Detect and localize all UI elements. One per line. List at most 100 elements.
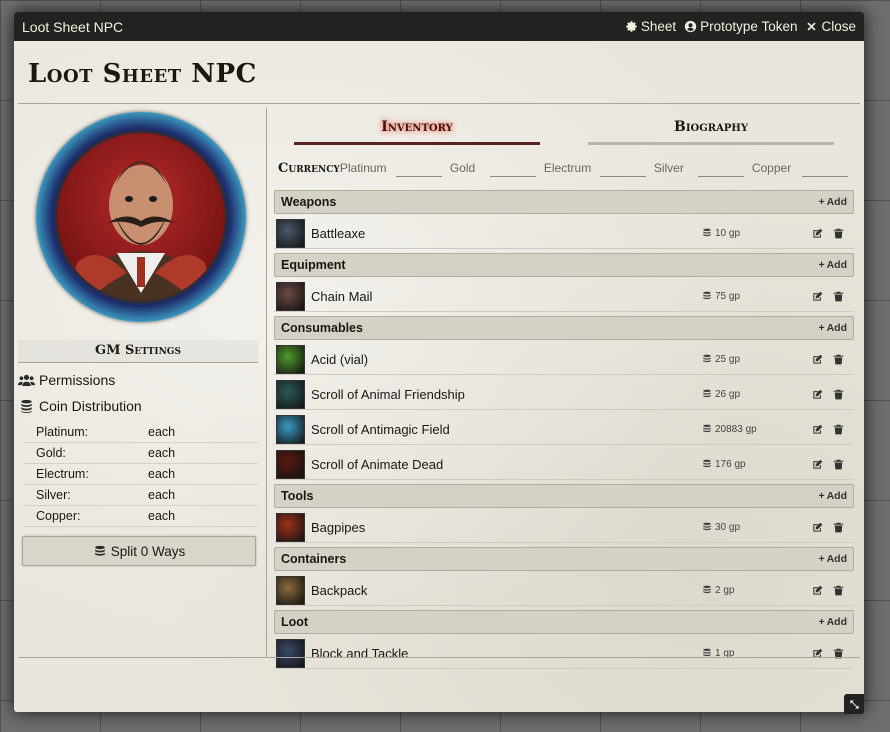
item-name[interactable]: Scroll of Antimagic Field [311, 422, 702, 437]
edit-icon[interactable] [812, 424, 823, 435]
close-button[interactable]: Close [805, 19, 856, 34]
edit-icon[interactable] [812, 585, 823, 596]
item-controls [802, 522, 854, 533]
scroll-icon[interactable] [276, 449, 305, 479]
currency-gold-label: Gold [449, 161, 476, 175]
add-label: Add [826, 616, 847, 628]
backpack-icon[interactable] [276, 575, 305, 605]
item-name[interactable]: Bagpipes [311, 520, 702, 535]
edit-icon[interactable] [812, 354, 823, 365]
currency-gold: Gold [449, 159, 544, 177]
currency-electrum: Electrum [544, 159, 654, 177]
trash-icon[interactable] [833, 291, 844, 302]
item-controls [802, 228, 854, 239]
copper-input[interactable] [801, 159, 848, 177]
item-price: 26 gp [702, 389, 802, 400]
portrait-image [54, 130, 228, 304]
tab-inventory[interactable]: Inventory [294, 116, 540, 145]
add-item-button[interactable]: + Add [818, 259, 847, 271]
bagpipes-icon[interactable] [276, 512, 305, 542]
permissions-link[interactable]: Permissions [18, 372, 115, 388]
section-name: Weapons [281, 195, 337, 209]
scroll-icon[interactable] [276, 379, 305, 409]
trash-icon[interactable] [833, 585, 844, 596]
sidebar: GM Settings Permissions Coin Distributio… [18, 108, 267, 658]
item-name[interactable]: Acid (vial) [311, 352, 702, 367]
inventory-list: Weapons + Add Battleaxe 10 gp Equipment + Add Ch… [274, 190, 854, 673]
add-item-button[interactable]: + Add [818, 196, 847, 208]
trash-icon[interactable] [833, 522, 844, 533]
footer-divider [18, 657, 860, 658]
electrum-input[interactable] [599, 159, 646, 177]
block-and-tackle-icon[interactable] [276, 638, 305, 668]
window-titlebar[interactable]: Loot Sheet NPC Sheet Prototype Token Clo… [14, 12, 864, 41]
coin-distribution-link[interactable]: Coin Distribution [18, 398, 142, 414]
edit-icon[interactable] [812, 522, 823, 533]
add-item-button[interactable]: + Add [818, 616, 847, 628]
split-coins-button[interactable]: Split 0 Ways [22, 536, 256, 566]
edit-icon[interactable] [812, 389, 823, 400]
resize-handle[interactable] [844, 694, 864, 714]
tab-biography[interactable]: Biography [588, 116, 834, 145]
add-item-button[interactable]: + Add [818, 322, 847, 334]
edit-icon[interactable] [812, 291, 823, 302]
acid-vial-icon[interactable] [276, 344, 305, 374]
silver-input[interactable] [697, 159, 744, 177]
trash-icon[interactable] [833, 228, 844, 239]
currency-platinum-label: Platinum [339, 161, 387, 175]
battleaxe-icon[interactable] [276, 218, 305, 248]
coin-value: each [148, 509, 176, 523]
section-header: Weapons + Add [274, 190, 854, 214]
item-price-value: 26 gp [715, 388, 741, 400]
sheet-name[interactable]: Loot Sheet NPC [28, 59, 257, 89]
gold-input[interactable] [489, 159, 536, 177]
prototype-token-button[interactable]: Prototype Token [684, 19, 797, 34]
coins-icon [703, 424, 711, 433]
sheet-button[interactable]: Sheet [625, 19, 676, 34]
plus-icon: + [818, 196, 825, 208]
coin-value: each [148, 488, 176, 502]
item-row: Backpack 2 gp [274, 575, 854, 606]
item-price-value: 176 gp [715, 458, 746, 470]
item-name[interactable]: Block and Tackle [311, 646, 702, 661]
item-name[interactable]: Scroll of Animal Friendship [311, 387, 702, 402]
close-icon [807, 22, 817, 31]
item-row: Scroll of Animal Friendship 26 gp [274, 379, 854, 410]
section-name: Loot [281, 615, 309, 629]
close-label: Close [821, 19, 856, 34]
gear-icon [626, 21, 637, 32]
add-label: Add [826, 490, 847, 502]
trash-icon[interactable] [833, 354, 844, 365]
sheet-tabs: Inventory Biography [294, 116, 834, 145]
item-row: Scroll of Antimagic Field 20883 gp [274, 414, 854, 445]
prototype-token-label: Prototype Token [700, 19, 798, 34]
plus-icon: + [818, 616, 825, 628]
edit-icon[interactable] [812, 228, 823, 239]
coin-label: Silver: [36, 488, 71, 502]
coin-distribution-list: Platinum: each Gold: each Electrum: each Si… [24, 422, 258, 527]
main-panel: Inventory Biography Currency Platinum Go… [274, 108, 854, 669]
trash-icon[interactable] [833, 424, 844, 435]
item-name[interactable]: Backpack [311, 583, 702, 598]
users-icon [18, 374, 35, 386]
trash-icon[interactable] [833, 389, 844, 400]
scroll-icon[interactable] [276, 414, 305, 444]
edit-icon[interactable] [812, 459, 823, 470]
item-controls [802, 354, 854, 365]
trash-icon[interactable] [833, 459, 844, 470]
add-item-button[interactable]: + Add [818, 490, 847, 502]
add-item-button[interactable]: + Add [818, 553, 847, 565]
portrait[interactable] [36, 112, 246, 322]
item-price: 30 gp [702, 522, 802, 533]
coin-row-silver: Silver: each [24, 485, 258, 506]
add-label: Add [826, 553, 847, 565]
coins-icon [94, 545, 105, 556]
platinum-input[interactable] [395, 159, 442, 177]
coins-icon [703, 585, 711, 594]
item-name[interactable]: Scroll of Animate Dead [311, 457, 702, 472]
section-name: Consumables [281, 321, 363, 335]
item-name[interactable]: Chain Mail [311, 289, 702, 304]
item-controls [802, 459, 854, 470]
item-name[interactable]: Battleaxe [311, 226, 702, 241]
chain-mail-icon[interactable] [276, 281, 305, 311]
